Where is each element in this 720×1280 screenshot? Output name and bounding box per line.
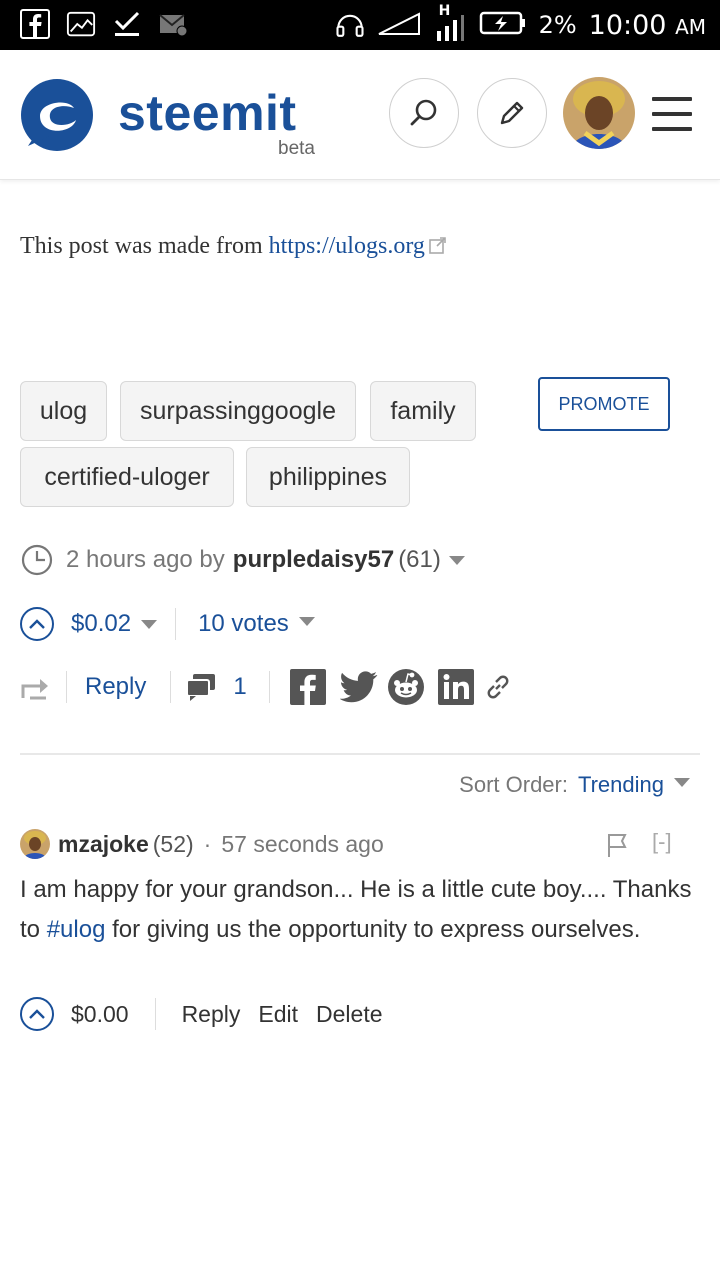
upvote-button[interactable] xyxy=(20,607,54,641)
hamburger-line xyxy=(652,127,692,131)
ulog-hashtag-link[interactable]: #ulog xyxy=(47,916,106,943)
clock: 10:00 AM xyxy=(589,10,706,41)
signal-empty-icon xyxy=(377,10,421,41)
comment-body: I am happy for your grandson... He is a … xyxy=(20,870,700,950)
sort-value[interactable]: Trending xyxy=(578,772,664,798)
chevron-up-icon xyxy=(29,1009,45,1019)
post-actions: Reply 1 xyxy=(20,664,512,710)
voting-row: $0.02 10 votes xyxy=(20,602,315,646)
copy-link-icon[interactable] xyxy=(484,673,512,701)
post-time: 2 hours ago by xyxy=(66,546,225,573)
payout-dropdown-icon[interactable] xyxy=(141,619,158,629)
tag-philippines[interactable]: philippines xyxy=(246,447,410,507)
comment-time[interactable]: 57 seconds ago xyxy=(221,831,383,858)
menu-button[interactable] xyxy=(652,97,692,131)
post-body-text: This post was made from xyxy=(20,233,263,259)
flag-icon[interactable] xyxy=(606,832,628,863)
search-button[interactable] xyxy=(389,78,459,148)
section-divider xyxy=(20,753,700,755)
post-author-reputation: (61) xyxy=(398,546,441,573)
comment-author-reputation: (52) xyxy=(152,830,194,857)
twitter-share-icon[interactable] xyxy=(339,671,378,703)
status-bar: H 2% 10:00 AM xyxy=(0,0,720,50)
pencil-icon xyxy=(500,101,524,125)
facebook-notification-icon xyxy=(20,9,50,39)
comment-edit-button[interactable]: Edit xyxy=(258,1001,298,1028)
headset-icon xyxy=(335,10,365,40)
reply-button[interactable]: Reply xyxy=(85,673,146,701)
separator xyxy=(154,998,156,1030)
author-dropdown-icon[interactable] xyxy=(448,555,465,565)
comment-count[interactable]: 1 xyxy=(233,673,246,701)
battery-percent: 2% xyxy=(538,11,577,39)
hamburger-line xyxy=(652,112,692,116)
signal-h-icon: H xyxy=(433,3,467,43)
download-done-icon xyxy=(112,9,142,39)
chevron-up-icon xyxy=(29,619,45,629)
comment-reply-button[interactable]: Reply xyxy=(182,1001,241,1028)
votes-count[interactable]: 10 votes xyxy=(198,610,289,638)
comment-header: mzajoke (52) · 57 seconds ago xyxy=(20,826,384,862)
clock-ampm: AM xyxy=(675,14,706,39)
ulogs-link[interactable]: https://ulogs.org xyxy=(269,233,425,259)
image-notification-icon xyxy=(66,9,96,39)
tag-surpassinggoogle[interactable]: surpassinggoogle xyxy=(120,381,356,441)
votes-dropdown-icon[interactable] xyxy=(298,616,315,626)
external-link-icon xyxy=(429,234,447,261)
post-meta: 2 hours ago by purpledaisy57 (61) xyxy=(20,540,465,580)
search-icon xyxy=(410,99,437,126)
collapse-comment-button[interactable]: [-] xyxy=(652,829,672,855)
clock-icon xyxy=(20,543,54,577)
separator xyxy=(268,671,270,703)
mail-settings-icon xyxy=(158,9,188,39)
logo-beta-label: beta xyxy=(278,138,315,159)
comment-text-after: for giving us the opportunity to express… xyxy=(112,916,641,943)
linkedin-share-icon[interactable] xyxy=(437,669,474,705)
steemit-logo-icon[interactable] xyxy=(18,76,96,154)
post-payout[interactable]: $0.02 xyxy=(71,610,131,638)
facebook-share-icon[interactable] xyxy=(289,669,326,705)
reddit-share-icon[interactable] xyxy=(387,669,424,705)
separator xyxy=(66,671,67,703)
logo-text[interactable]: steemit xyxy=(118,84,297,142)
tag-certified-uloger[interactable]: certified-uloger xyxy=(20,447,234,507)
comment-delete-button[interactable]: Delete xyxy=(316,1001,382,1028)
comments-icon[interactable] xyxy=(185,672,217,702)
comment-payout[interactable]: $0.00 xyxy=(71,1001,129,1028)
battery-charging-icon xyxy=(479,10,527,41)
promote-button[interactable]: PROMOTE xyxy=(538,377,670,431)
tag-family[interactable]: family xyxy=(370,381,476,441)
hamburger-line xyxy=(652,97,692,101)
comment-upvote-button[interactable] xyxy=(20,997,54,1031)
user-avatar[interactable] xyxy=(563,77,635,149)
post-body: This post was made from https://ulogs.or… xyxy=(20,233,447,261)
sort-label: Sort Order: xyxy=(459,772,568,797)
separator xyxy=(170,671,172,703)
comment-avatar[interactable] xyxy=(20,829,50,859)
separator xyxy=(175,608,177,640)
post-author[interactable]: purpledaisy57 xyxy=(233,546,394,574)
comment-separator: · xyxy=(203,830,212,857)
sort-dropdown-icon[interactable] xyxy=(674,777,690,787)
clock-time: 10:00 xyxy=(588,9,667,41)
app-header: steemit beta xyxy=(0,50,720,180)
resteem-icon[interactable] xyxy=(20,674,50,700)
comment-author[interactable]: mzajoke xyxy=(58,831,149,858)
write-post-button[interactable] xyxy=(477,78,547,148)
tag-ulog[interactable]: ulog xyxy=(20,381,107,441)
comment-actions: $0.00 Reply Edit Delete xyxy=(20,994,383,1034)
sort-order: Sort Order: Trending xyxy=(459,772,690,798)
